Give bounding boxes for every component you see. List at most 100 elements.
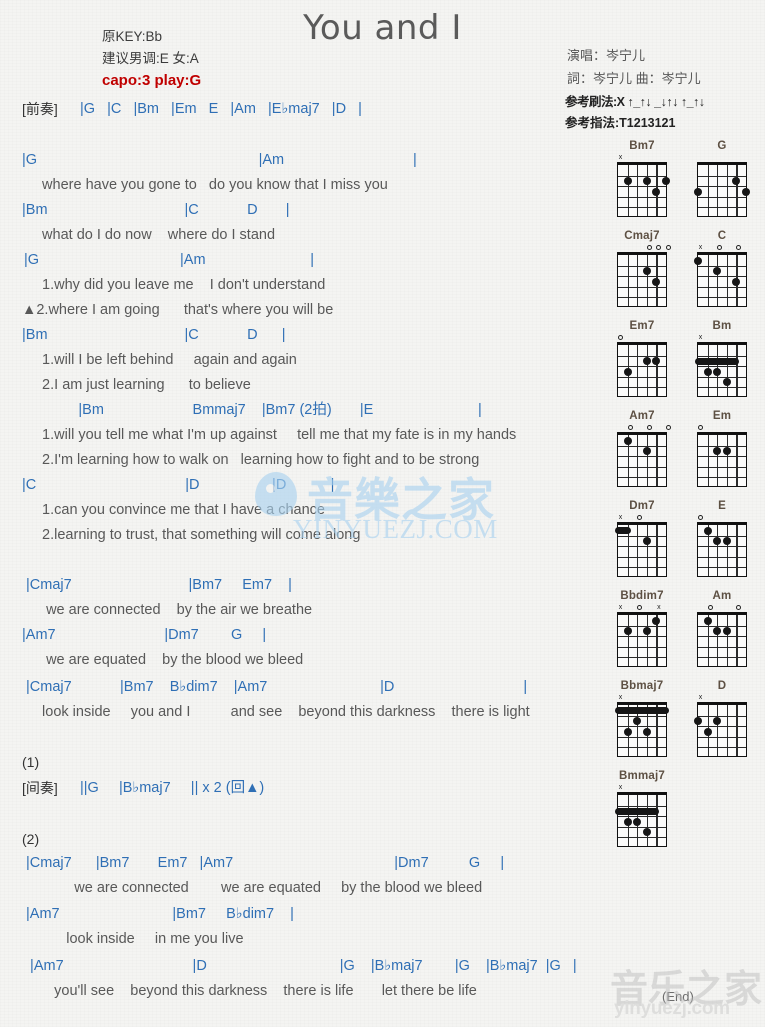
fret-line [618,805,666,807]
fret-line [698,186,746,188]
chord-diagram-label: Bm [712,320,732,332]
finger-dot [722,537,731,545]
string-line [717,615,719,666]
interlude-label: [间奏] [22,780,58,796]
fretboard [617,432,667,487]
fret-line [698,196,746,198]
chord-diagram-label: Am [712,590,732,602]
finger-dot [722,378,731,386]
open-string-icon [616,333,625,342]
fret-line [698,715,746,717]
finger-dot [713,717,722,725]
finger-dot [742,187,750,196]
string-line [656,345,658,396]
open-string-icon [706,603,715,612]
chord-line: |Cmaj7 |Bm7 B♭dim7 |Am7 |D | [22,679,528,695]
lyric-line: 1.will you tell me what I'm up against t… [34,427,517,443]
fretboard [694,252,747,307]
lyric-line: 2.I'm learning how to walk on learning h… [34,452,480,468]
finger-dot [652,616,661,625]
finger-dot [662,177,670,185]
intro-label: [前奏] [22,101,58,117]
finger-dot [713,267,722,275]
chord-diagram-am7: Am7 [606,410,678,487]
finger-dot [652,357,661,365]
fretboard-diagram [615,423,669,487]
fret-line [698,445,746,447]
fret-line [698,376,746,378]
chord-line: |C |D |D | [22,477,335,493]
fret-line [698,175,746,177]
chord-diagram-bm: Bm [686,320,758,397]
finger-dot [703,727,712,736]
open-string-icon [734,243,743,252]
finger-dot [642,267,651,275]
fret-line [618,445,666,447]
fretboard [617,162,670,217]
fret-line [698,276,746,278]
fretboard [615,702,669,757]
string-line [637,615,639,666]
string-markers [695,693,749,702]
muted-string-icon [696,333,705,342]
fret-line [618,636,666,638]
open-string-icon [626,423,635,432]
muted-string-icon [616,513,625,522]
strum-pattern: 参考刷法:X ↑_↑↓ _↓↑↓ ↑_↑↓ [565,95,705,109]
string-line [656,525,658,576]
chord-line: |Bm |C D | [22,202,290,218]
fretboard-diagram [615,693,669,757]
fret-line [618,376,666,378]
fret-line [618,477,666,479]
suggested-key: 建议男调:E 女:A [102,51,199,66]
chord-line: |Cmaj7 |Bm7 Em7 | [22,577,292,593]
string-markers [615,243,669,252]
finger-dot [642,828,651,836]
singer-credit: 演唱：岑宁儿 [567,48,646,63]
fret-line [698,366,746,368]
chord-diagram-bm7: Bm7 [606,140,678,217]
fretboard [617,342,667,397]
open-string-icon [734,603,743,612]
muted-string-icon [616,783,625,792]
chord-diagram-grid: Bm7 G Cmaj7 C Em7 Bm Am7 Em Dm7 E Bbdim7 Am Bbmaj7 D B… [606,140,761,860]
fret-line [618,456,666,458]
string-line [627,615,629,666]
finger-dot [642,537,651,545]
chord-diagram-e: E [686,500,758,577]
finger-dot [694,717,702,725]
interlude-chords: ||G |B♭maj7 || x 2 (回▲) [80,780,265,796]
string-markers [615,693,669,702]
finger-dot [642,357,651,365]
string-line [637,525,639,576]
fret-line [618,646,666,648]
chord-diagram-label: Am7 [629,410,655,422]
chord-diagram-label: C [717,230,727,242]
intro-chords: |G |C |Bm |Em E |Am |E♭maj7 |D | [80,101,362,117]
lyric-line: what do I do now where do I stand [34,227,276,243]
chord-diagram-g: G [686,140,758,217]
chord-diagram-label: Bbdim7 [620,590,664,602]
string-line [726,255,728,306]
chord-line: |Am7 |Dm7 G | [22,627,267,643]
muted-string-icon [616,603,625,612]
string-line [717,165,719,216]
string-markers [615,603,669,612]
fret-line [698,207,746,209]
lyric-line: look inside in me you live [34,931,244,947]
fret-line [618,535,666,537]
fretboard [615,792,667,847]
string-line [736,165,738,216]
chord-diagram-label: Dm7 [629,500,655,512]
fretboard [695,342,747,397]
chord-line: |G |Am | [22,152,417,168]
fret-line [698,636,746,638]
lyricist-composer-credit: 詞：岑宁儿 曲：岑宁儿 [567,71,701,86]
fret-line [698,567,746,569]
finger-dot [633,817,642,826]
finger-dot [623,727,632,736]
string-line [736,705,738,756]
string-markers [615,153,669,162]
fret-line [698,265,746,267]
fret-line [618,207,666,209]
